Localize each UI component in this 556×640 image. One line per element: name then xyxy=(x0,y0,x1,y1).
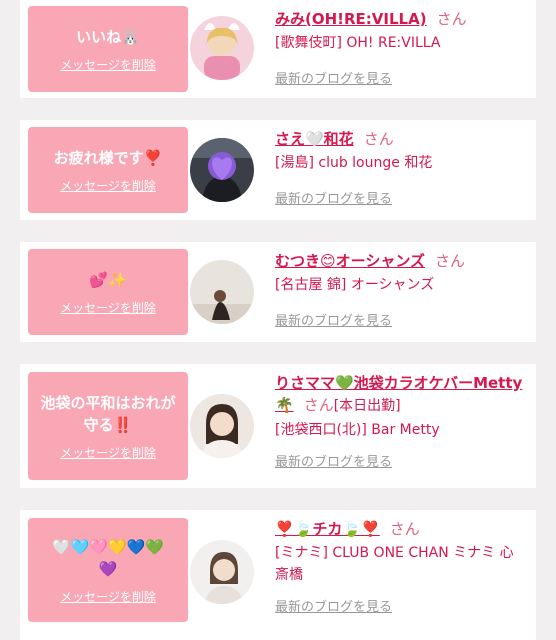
latest-blog-link[interactable]: 最新のブログを見る xyxy=(275,188,525,207)
shop-name: [池袋西口(北)] Bar Metty xyxy=(275,422,440,438)
message-card: 💕✨ メッセージを削除 むつき😊オーシャンズ さん [名古屋 錦] オーシャンズ … xyxy=(20,242,536,342)
cast-name-link[interactable]: みみ(OH!RE:VILLA) xyxy=(275,10,427,28)
honorific: さん xyxy=(435,252,466,270)
latest-blog-link[interactable]: 最新のブログを見る xyxy=(275,68,525,87)
card-info: ❣️🍃チカ🍃❣️ さん [ミナミ] CLUB ONE CHAN ミナミ 心斎橋 最… xyxy=(275,518,525,615)
message-box: 🤍🩵🩷💛💙💚💜 メッセージを削除 xyxy=(28,518,188,622)
avatar[interactable] xyxy=(190,394,254,458)
avatar[interactable] xyxy=(190,138,254,202)
delete-message-link[interactable]: メッセージを削除 xyxy=(60,56,156,73)
message-card: 池袋の平和はおれが守る‼️ メッセージを削除 りさママ💚池袋カラオケバーMett… xyxy=(20,364,536,488)
honorific: さん xyxy=(436,10,467,28)
cast-name-link[interactable]: ❣️🍃チカ🍃❣️ xyxy=(275,520,380,538)
shop-name: [歌舞伎町] OH! RE:VILLA xyxy=(275,35,441,51)
message-box: お疲れ様です❣️ メッセージを削除 xyxy=(28,127,188,213)
cast-name-link[interactable]: さえ🤍和花 xyxy=(275,130,354,148)
delete-message-link[interactable]: メッセージを削除 xyxy=(60,588,156,605)
shop-name: [名古屋 錦] オーシャンズ xyxy=(275,277,435,293)
message-text: 🤍🩵🩷💛💙💚💜 xyxy=(51,537,165,578)
message-box: いいね🐰 メッセージを削除 xyxy=(28,6,188,92)
delete-message-link[interactable]: メッセージを削除 xyxy=(60,177,156,194)
latest-blog-link[interactable]: 最新のブログを見る xyxy=(275,310,525,329)
avatar[interactable] xyxy=(190,540,254,604)
cast-name-link[interactable]: むつき😊オーシャンズ xyxy=(275,252,425,270)
card-info: さえ🤍和花 さん [湯島] club lounge 和花 最新のブログを見る xyxy=(275,128,525,207)
honorific: さん xyxy=(363,130,394,148)
message-card: お疲れ様です❣️ メッセージを削除 さえ🤍和花 さん [湯島] club loun… xyxy=(20,120,536,220)
card-info: みみ(OH!RE:VILLA) さん [歌舞伎町] OH! RE:VILLA 最新… xyxy=(275,8,525,87)
card-info: りさママ💚池袋カラオケバーMetty🌴 さん[本日出勤] [池袋西口(北)] Ba… xyxy=(275,372,525,470)
message-card: いいね🐰 メッセージを削除 みみ(OH!RE:VILLA) さん [歌舞伎町] O… xyxy=(20,0,536,98)
honorific: さん xyxy=(389,520,420,538)
latest-blog-link[interactable]: 最新のブログを見る xyxy=(275,451,525,470)
latest-blog-link[interactable]: 最新のブログを見る xyxy=(275,596,525,615)
message-box: 池袋の平和はおれが守る‼️ メッセージを削除 xyxy=(28,372,188,480)
card-info: むつき😊オーシャンズ さん [名古屋 錦] オーシャンズ 最新のブログを見る xyxy=(275,250,525,329)
message-card: 🤍🩵🩷💛💙💚💜 メッセージを削除 ❣️🍃チカ🍃❣️ さん [ミナミ] CLUB O… xyxy=(20,510,536,640)
delete-message-link[interactable]: メッセージを削除 xyxy=(60,299,156,316)
message-text: 池袋の平和はおれが守る‼️ xyxy=(40,393,176,434)
shop-prefix: [本日出勤] xyxy=(333,398,401,414)
delete-message-link[interactable]: メッセージを削除 xyxy=(60,444,156,461)
avatar[interactable] xyxy=(190,16,254,80)
shop-name: [ミナミ] CLUB ONE CHAN ミナミ 心斎橋 xyxy=(275,545,514,583)
avatar[interactable] xyxy=(190,260,254,324)
message-text: お疲れ様です❣️ xyxy=(53,148,163,167)
message-box: 💕✨ メッセージを削除 xyxy=(28,249,188,335)
honorific: さん xyxy=(303,396,334,414)
message-text: いいね🐰 xyxy=(76,27,140,46)
message-text: 💕✨ xyxy=(89,270,127,289)
shop-name: [湯島] club lounge 和花 xyxy=(275,155,433,171)
